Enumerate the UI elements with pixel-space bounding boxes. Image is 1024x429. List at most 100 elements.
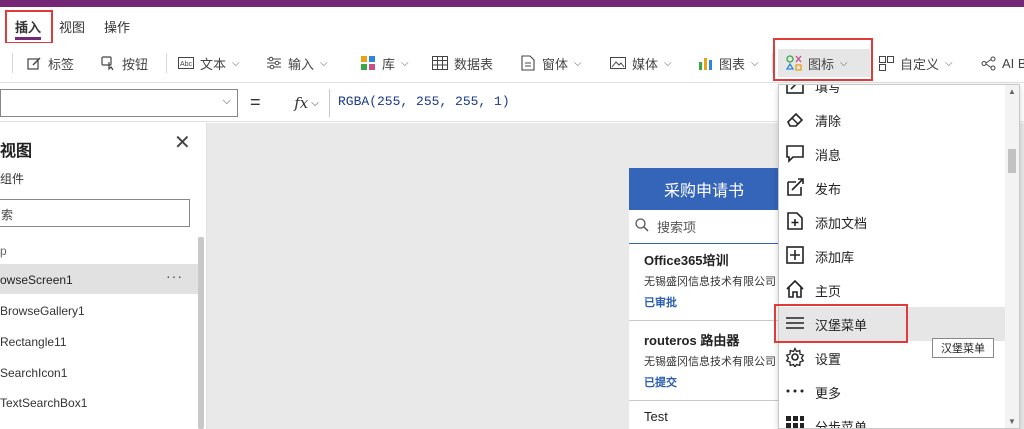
home-icon <box>785 279 805 302</box>
formula-input[interactable]: RGBA(255, 255, 255, 1) <box>338 94 510 109</box>
tab-components[interactable]: 组件 <box>0 170 24 187</box>
waffle-grid-icon <box>785 415 805 429</box>
chevron-down-icon: ⌵ <box>945 57 953 69</box>
dropdown-item-step-menu[interactable]: 分步菜单 <box>779 409 1005 429</box>
label-button-text: 标签 <box>48 56 75 72</box>
scroll-up-icon[interactable]: ▲ <box>1008 87 1016 96</box>
add-document-icon <box>785 211 805 234</box>
more-options-icon[interactable]: ··· <box>166 268 183 284</box>
app-search-box[interactable]: 搜索项 <box>629 210 779 244</box>
tab-action[interactable]: 操作 <box>104 17 130 36</box>
more-dots-icon <box>785 381 805 404</box>
list-item[interactable]: routeros 路由器 无锡盛冈信息技术有限公司 已提交 <box>629 330 779 390</box>
chevron-down-icon: ⌵ <box>751 57 759 69</box>
chevron-down-icon: ⌵ <box>401 57 409 69</box>
datatable-button-label: 数据表 <box>454 56 494 72</box>
icons-dropdown-menu: 填写 清除 消息 发布 添加文档 添加库 主页 汉堡菜单 设置 更多 分步菜单 <box>778 84 1020 429</box>
custom-dropdown-button[interactable]: 自定义 ⌵ <box>878 49 953 77</box>
text-dropdown-button[interactable]: Abc 文本 ⌵ <box>178 49 240 77</box>
library-button-label: 库 <box>382 56 396 72</box>
list-item[interactable]: Office365培训 无锡盛冈信息技术有限公司 已审批 <box>629 250 779 310</box>
touch-button-icon <box>100 55 116 71</box>
tree-item-selected[interactable]: owseScreen1 ··· <box>0 264 198 294</box>
dropdown-scrollbar[interactable]: ▲ ▼ <box>1005 85 1019 428</box>
item-company: 无锡盛冈信息技术有限公司 <box>644 276 776 288</box>
dropdown-item-publish[interactable]: 发布 <box>779 171 1005 205</box>
item-status: 已提交 <box>644 377 677 389</box>
add-library-icon <box>785 245 805 268</box>
input-dropdown-button[interactable]: 输入 ⌵ <box>266 49 328 77</box>
media-button-label: 媒体 <box>632 56 659 72</box>
dropdown-item-add-library[interactable]: 添加库 <box>779 239 1005 273</box>
button-button-text: 按钮 <box>122 56 149 72</box>
tree-item-app[interactable]: p <box>0 244 7 258</box>
chevron-down-icon: ⌵ <box>311 97 319 109</box>
library-dropdown-button[interactable]: 库 ⌵ <box>360 49 409 77</box>
ai-network-icon <box>980 55 996 71</box>
dropdown-item-label: 设置 <box>815 351 842 367</box>
svg-text:Abc: Abc <box>180 61 193 68</box>
dropdown-item-add-document[interactable]: 添加文档 <box>779 205 1005 239</box>
gallery-grid-icon <box>360 55 376 71</box>
app-search-placeholder: 搜索项 <box>657 220 697 235</box>
fx-function-button[interactable]: fx ⌵ <box>284 89 330 117</box>
dropdown-item-fill[interactable]: 填写 <box>779 84 1005 103</box>
fx-icon: fx <box>294 94 309 112</box>
tree-scrollbar[interactable] <box>198 237 204 429</box>
highlight-box-insert <box>5 10 53 44</box>
ai-builder-button[interactable]: AI B <box>980 49 1024 77</box>
tooltip: 汉堡菜单 <box>932 338 994 358</box>
chevron-down-icon: ⌵ <box>232 57 240 69</box>
image-media-icon <box>610 55 626 71</box>
dropdown-item-more[interactable]: 更多 <box>779 375 1005 409</box>
publish-icon <box>785 177 805 200</box>
app-title: 采购申请书 <box>663 183 744 200</box>
tree-item-search-box[interactable]: TextSearchBox1 <box>0 396 87 410</box>
table-grid-icon <box>432 55 448 71</box>
ai-builder-label: AI B <box>1002 55 1024 71</box>
search-icon <box>635 218 649 235</box>
item-company: 无锡盛冈信息技术有限公司 <box>644 356 776 368</box>
input-button-label: 输入 <box>288 56 315 72</box>
highlight-box-hamburger <box>774 304 908 343</box>
app-screen-preview[interactable]: 采购申请书 搜索项 Office365培训 无锡盛冈信息技术有限公司 已审批 r… <box>629 168 779 429</box>
app-header: 采购申请书 <box>629 168 779 210</box>
chevron-down-icon: ⌵ <box>664 57 672 69</box>
tab-view[interactable]: 视图 <box>59 17 85 36</box>
toolbar-divider <box>166 53 167 73</box>
dropdown-item-label: 更多 <box>815 385 842 401</box>
item-title: routeros 路由器 <box>644 333 740 348</box>
item-title: Test <box>644 409 668 424</box>
tree-search-input[interactable]: 索 <box>0 199 190 227</box>
chart-button-label: 图表 <box>719 56 746 72</box>
tree-item-gallery[interactable]: BrowseGallery1 <box>0 304 85 318</box>
dropdown-item-label: 添加库 <box>815 249 855 265</box>
form-document-icon <box>520 55 536 71</box>
tree-item-label: owseScreen1 <box>0 273 73 287</box>
tree-item-search-icon[interactable]: SearchIcon1 <box>0 366 67 380</box>
dropdown-item-label: 主页 <box>815 283 842 299</box>
datatable-button[interactable]: 数据表 <box>432 49 493 77</box>
close-icon[interactable]: ✕ <box>174 133 191 153</box>
tree-item-rectangle[interactable]: Rectangle11 <box>0 335 67 349</box>
app-title-bar <box>0 0 1024 7</box>
chevron-down-icon: ⌵ <box>320 57 328 69</box>
button-button[interactable]: 按钮 <box>100 49 148 77</box>
dropdown-item-label: 发布 <box>815 181 842 197</box>
text-abc-icon: Abc <box>178 55 194 71</box>
list-item[interactable]: Test <box>629 409 779 424</box>
scroll-down-icon[interactable]: ▼ <box>1008 417 1016 426</box>
custom-component-icon <box>878 55 894 71</box>
property-selector[interactable]: ⌵ <box>0 89 238 117</box>
media-dropdown-button[interactable]: 媒体 ⌵ <box>610 49 672 77</box>
chart-dropdown-button[interactable]: 图表 ⌵ <box>697 49 759 77</box>
dropdown-item-message[interactable]: 消息 <box>779 137 1005 171</box>
label-button[interactable]: 标签 <box>26 49 74 77</box>
dropdown-item-home[interactable]: 主页 <box>779 273 1005 307</box>
scrollbar-thumb[interactable] <box>1008 149 1016 173</box>
item-title: Office365培训 <box>644 253 729 268</box>
dropdown-item-label: 填写 <box>815 84 842 95</box>
edit-label-icon <box>26 55 42 71</box>
dropdown-item-clear[interactable]: 清除 <box>779 103 1005 137</box>
form-dropdown-button[interactable]: 窗体 ⌵ <box>520 49 582 77</box>
